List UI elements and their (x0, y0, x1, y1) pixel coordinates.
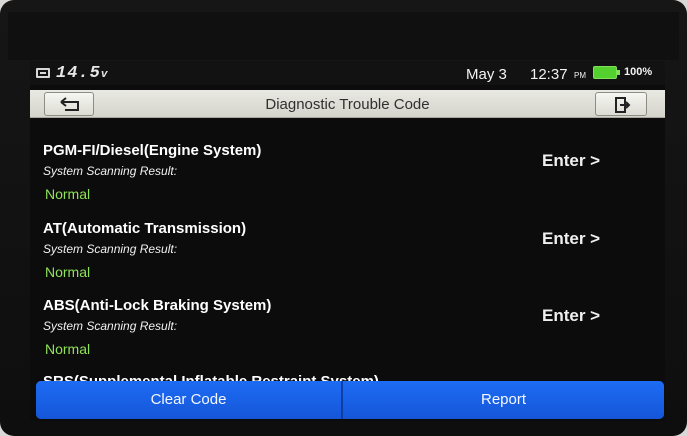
clear-code-button[interactable]: Clear Code (36, 381, 341, 419)
action-bar: Clear Code Report (36, 381, 664, 419)
status-bar: 14.5v May 3 12:37 PM 100% (30, 61, 665, 85)
enter-button[interactable]: Enter > (542, 151, 632, 177)
scan-result-label: System Scanning Result: (43, 319, 178, 333)
system-item: PGM-FI/Diesel(Engine System) System Scan… (30, 142, 665, 222)
exit-button[interactable] (595, 92, 647, 116)
status-ampm: PM (574, 71, 586, 80)
exit-door-icon (615, 97, 631, 113)
system-name: PGM-FI/Diesel(Engine System) (43, 142, 262, 159)
screen: 14.5v May 3 12:37 PM 100% Diagnostic Tro… (30, 61, 665, 421)
voltage-readout: 14.5v (56, 64, 108, 83)
system-name: ABS(Anti-Lock Braking System) (43, 297, 272, 314)
voltage-value: 14.5 (56, 64, 101, 83)
report-button[interactable]: Report (343, 381, 664, 419)
status-date: May 3 (466, 66, 507, 83)
system-list: PGM-FI/Diesel(Engine System) System Scan… (30, 121, 665, 382)
enter-button[interactable]: Enter > (542, 229, 632, 255)
page-title: Diagnostic Trouble Code (265, 96, 430, 113)
battery-percent: 100% (624, 66, 653, 78)
back-arrow-icon (60, 97, 79, 111)
back-button[interactable] (44, 92, 94, 116)
scan-result-value: Normal (45, 341, 91, 357)
voltage-unit: v (100, 69, 109, 81)
scan-result-label: System Scanning Result: (43, 242, 178, 256)
system-item: ABS(Anti-Lock Braking System) System Sca… (30, 297, 665, 377)
system-item: AT(Automatic Transmission) System Scanni… (30, 220, 665, 300)
enter-button[interactable]: Enter > (542, 306, 632, 332)
bezel-top (8, 12, 679, 60)
scan-result-value: Normal (45, 186, 91, 202)
scan-result-value: Normal (45, 264, 91, 280)
scan-result-label: System Scanning Result: (43, 164, 178, 178)
status-time: 12:37 (530, 66, 568, 83)
title-bar: Diagnostic Trouble Code (30, 90, 665, 118)
system-name: AT(Automatic Transmission) (43, 220, 247, 237)
battery-icon (593, 66, 620, 79)
car-battery-icon (36, 68, 50, 78)
